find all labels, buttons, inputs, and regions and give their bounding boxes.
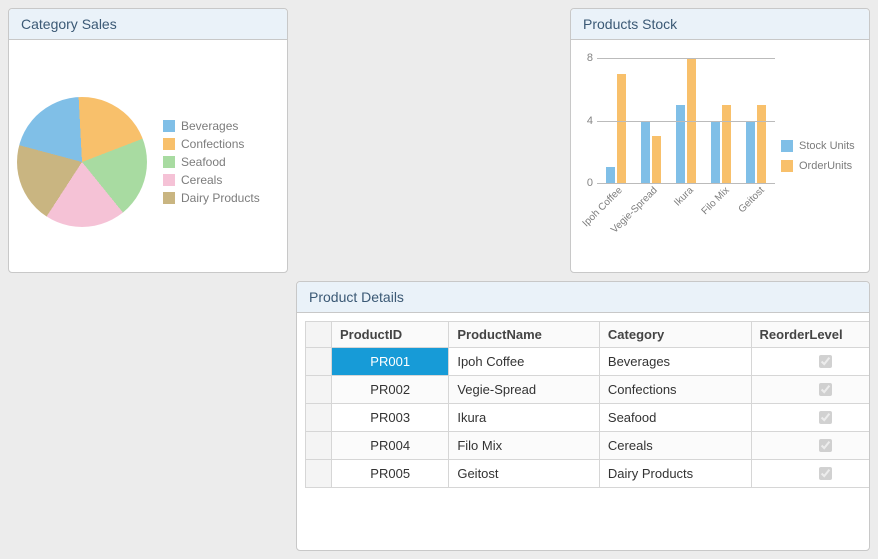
cell-reorderlevel[interactable] <box>751 376 869 404</box>
cell-category[interactable]: Dairy Products <box>599 460 751 488</box>
bar-legend: Stock Units OrderUnits <box>781 48 861 264</box>
y-tick-label: 8 <box>579 52 593 64</box>
bar <box>757 105 766 183</box>
legend-swatch <box>163 138 175 150</box>
legend-item: Cereals <box>163 171 260 189</box>
table-row[interactable]: PR005GeitostDairy Products <box>306 460 870 488</box>
legend-item: Confections <box>163 135 260 153</box>
cell-productid[interactable]: PR003 <box>332 404 449 432</box>
legend-label: Cereals <box>181 173 222 187</box>
legend-label: OrderUnits <box>799 160 852 172</box>
cell-productid[interactable]: PR005 <box>332 460 449 488</box>
reorder-checkbox[interactable] <box>819 383 832 396</box>
panel-title: Product Details <box>297 282 869 313</box>
legend-item: Beverages <box>163 117 260 135</box>
gridline <box>597 58 775 59</box>
products-stock-panel: Products Stock Ipoh CoffeeVegie-SpreadIk… <box>570 8 870 273</box>
row-selector-cell[interactable] <box>306 432 332 460</box>
legend-swatch <box>163 156 175 168</box>
legend-item: Dairy Products <box>163 189 260 207</box>
table-row[interactable]: PR003IkuraSeafood <box>306 404 870 432</box>
cell-productname[interactable]: Vegie-Spread <box>449 376 600 404</box>
bar <box>606 167 615 183</box>
column-header[interactable]: ReorderLevel <box>751 322 869 348</box>
product-details-panel: Product Details ProductIDProductNameCate… <box>296 281 870 551</box>
bar <box>711 121 720 184</box>
legend-swatch <box>163 192 175 204</box>
cell-reorderlevel[interactable] <box>751 432 869 460</box>
bar <box>652 136 661 183</box>
bar-group <box>705 105 738 183</box>
legend-label: Stock Units <box>799 140 855 152</box>
cell-productname[interactable]: Ipoh Coffee <box>449 348 600 376</box>
cell-productname[interactable]: Geitost <box>449 460 600 488</box>
bar-group <box>599 74 632 183</box>
y-tick-label: 4 <box>579 115 593 127</box>
cell-productname[interactable]: Filo Mix <box>449 432 600 460</box>
legend-label: Dairy Products <box>181 191 260 205</box>
bar <box>641 121 650 184</box>
table-row[interactable]: PR004Filo MixCereals <box>306 432 870 460</box>
y-tick-label: 0 <box>579 177 593 189</box>
row-selector-cell[interactable] <box>306 376 332 404</box>
cell-productid[interactable]: PR002 <box>332 376 449 404</box>
legend-label: Seafood <box>181 155 226 169</box>
bar <box>676 105 685 183</box>
legend-label: Beverages <box>181 119 238 133</box>
pie-chart <box>17 97 147 227</box>
product-details-table[interactable]: ProductIDProductNameCategoryReorderLevel… <box>305 321 869 488</box>
column-header[interactable]: ProductID <box>332 322 449 348</box>
cell-reorderlevel[interactable] <box>751 348 869 376</box>
panel-title: Category Sales <box>9 9 287 40</box>
bar <box>617 74 626 183</box>
legend-swatch <box>781 160 793 172</box>
cell-productid[interactable]: PR004 <box>332 432 449 460</box>
bar-group <box>634 121 667 184</box>
cell-category[interactable]: Cereals <box>599 432 751 460</box>
table-row[interactable]: PR002Vegie-SpreadConfections <box>306 376 870 404</box>
row-selector-cell[interactable] <box>306 460 332 488</box>
pie-legend: Beverages Confections Seafood Cereals Dairy … <box>163 117 260 207</box>
column-header[interactable]: ProductName <box>449 322 600 348</box>
cell-productname[interactable]: Ikura <box>449 404 600 432</box>
table-row[interactable]: PR001Ipoh CoffeeBeverages <box>306 348 870 376</box>
cell-reorderlevel[interactable] <box>751 404 869 432</box>
legend-swatch <box>781 140 793 152</box>
cell-productid[interactable]: PR001 <box>332 348 449 376</box>
bar-group <box>740 105 773 183</box>
column-header[interactable]: Category <box>599 322 751 348</box>
reorder-checkbox[interactable] <box>819 467 832 480</box>
bar <box>722 105 731 183</box>
reorder-checkbox[interactable] <box>819 439 832 452</box>
legend-swatch <box>163 120 175 132</box>
cell-reorderlevel[interactable] <box>751 460 869 488</box>
legend-item: Seafood <box>163 153 260 171</box>
reorder-checkbox[interactable] <box>819 355 832 368</box>
gridline <box>597 121 775 122</box>
legend-label: Confections <box>181 137 244 151</box>
gridline <box>597 183 775 184</box>
cell-category[interactable]: Confections <box>599 376 751 404</box>
reorder-checkbox[interactable] <box>819 411 832 424</box>
panel-title: Products Stock <box>571 9 869 40</box>
row-selector-cell[interactable] <box>306 348 332 376</box>
bar <box>746 121 755 184</box>
row-selector-cell[interactable] <box>306 404 332 432</box>
legend-item: Stock Units <box>781 138 861 154</box>
category-sales-panel: Category Sales Beverages Confections Seafo… <box>8 8 288 273</box>
legend-swatch <box>163 174 175 186</box>
cell-category[interactable]: Seafood <box>599 404 751 432</box>
x-tick-label: Geitost <box>703 185 767 249</box>
cell-category[interactable]: Beverages <box>599 348 751 376</box>
legend-item: OrderUnits <box>781 158 861 174</box>
row-selector-header <box>306 322 332 348</box>
